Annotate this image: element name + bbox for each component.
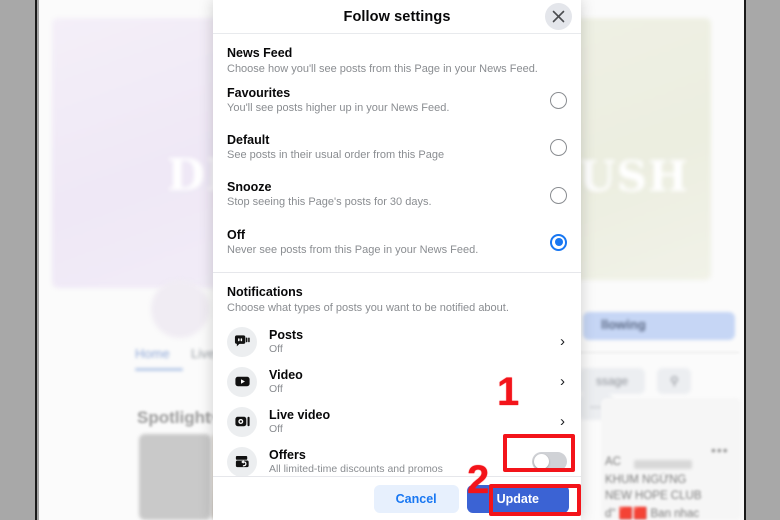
option-text: Default See posts in their usual order f… (227, 133, 550, 162)
option-label: Default (227, 133, 270, 148)
close-icon[interactable] (545, 3, 572, 30)
option-desc: You'll see posts higher up in your News … (227, 101, 450, 114)
tab-home[interactable]: Home (135, 346, 170, 361)
option-desc: See posts in their usual order from this… (227, 149, 445, 162)
news-feed-subtitle: Choose how you'll see posts from this Pa… (227, 63, 538, 75)
dialog-title: Follow settings (343, 8, 451, 25)
annotation-box-unfollow-toggle (503, 434, 575, 472)
following-button-label: llowing (601, 317, 646, 332)
post-more-icon[interactable]: ••• (711, 442, 729, 458)
comment-bubble-icon (227, 326, 257, 357)
following-button-background[interactable]: llowing (583, 312, 735, 340)
option-row-default[interactable]: Default See posts in their usual order f… (213, 124, 581, 171)
radio-favourites[interactable] (550, 91, 567, 109)
cover-text-right: USH (579, 152, 689, 201)
post-line-2: KHUM NGỪNG (605, 474, 687, 486)
notifications-title: Notifications (227, 285, 303, 300)
notification-state: All limited-time discounts and promos (269, 463, 443, 476)
notification-text: Offers All limited-time discounts and pr… (269, 448, 532, 475)
radio-snooze[interactable] (550, 186, 567, 204)
tab-active-underline (135, 368, 183, 371)
cancel-button[interactable]: Cancel (373, 484, 459, 513)
background-divider (579, 352, 739, 353)
notification-state: Off (269, 343, 283, 356)
news-feed-title: News Feed (227, 46, 293, 60)
notification-row-video[interactable]: Video Off › (213, 362, 581, 402)
screenshot-root: DIT USH llowing ssage ⚲ ⋯ Home Live Vi S… (0, 0, 780, 520)
right-gray-gutter (744, 0, 780, 520)
post-line-4: d" 🟥🟥 Ban nhac (605, 508, 700, 520)
option-label: Snooze (227, 180, 272, 195)
post-name-redaction (634, 460, 692, 469)
spotlight-heading: Spotlight (137, 408, 211, 427)
search-icon[interactable]: ⚲ (657, 368, 692, 394)
option-label: Favourites (227, 85, 291, 100)
message-button[interactable]: ssage (579, 368, 645, 394)
video-play-icon (227, 366, 257, 397)
post-line-3: NEW HOPE CLUB (605, 490, 702, 502)
tab-live[interactable]: Live (191, 346, 215, 361)
notification-label: Posts (269, 328, 304, 343)
chevron-right-icon[interactable]: › (560, 333, 567, 350)
annotation-step-2: 2 (467, 458, 490, 502)
annotation-step-1: 1 (497, 370, 520, 414)
spotlight-thumbnail[interactable] (139, 434, 211, 520)
radio-off[interactable] (550, 233, 567, 251)
option-row-favourites[interactable]: Favourites You'll see posts higher up in… (213, 77, 581, 124)
offers-tag-icon (227, 446, 257, 477)
post-line-1: AC (605, 456, 621, 468)
notifications-subtitle: Choose what types of posts you want to b… (227, 302, 509, 315)
page-avatar (151, 280, 209, 338)
radio-default[interactable] (550, 139, 567, 157)
option-text: Favourites You'll see posts higher up in… (227, 86, 550, 115)
option-desc: Stop seeing this Page's posts for 30 day… (227, 196, 432, 209)
option-desc: Never see posts from this Page in your N… (227, 243, 479, 256)
option-label: Off (227, 227, 246, 242)
option-row-off[interactable]: Off Never see posts from this Page in yo… (213, 219, 581, 266)
notifications-section-header: Notifications Choose what types of posts… (213, 273, 581, 316)
notification-row-posts[interactable]: Posts Off › (213, 322, 581, 362)
annotation-box-update-button (489, 484, 581, 516)
chevron-right-icon[interactable]: › (560, 373, 567, 390)
left-gray-gutter (0, 0, 37, 520)
notification-text: Posts Off (269, 328, 560, 355)
notification-label: Offers (269, 448, 306, 463)
chevron-right-icon[interactable]: › (560, 413, 567, 430)
news-feed-section-header: News Feed Choose how you'll see posts fr… (213, 34, 581, 77)
live-video-camera-icon (227, 406, 257, 437)
option-row-snooze[interactable]: Snooze Stop seeing this Page's posts for… (213, 171, 581, 218)
option-text: Off Never see posts from this Page in yo… (227, 228, 550, 257)
option-text: Snooze Stop seeing this Page's posts for… (227, 180, 550, 209)
dialog-header: Follow settings (213, 0, 581, 34)
